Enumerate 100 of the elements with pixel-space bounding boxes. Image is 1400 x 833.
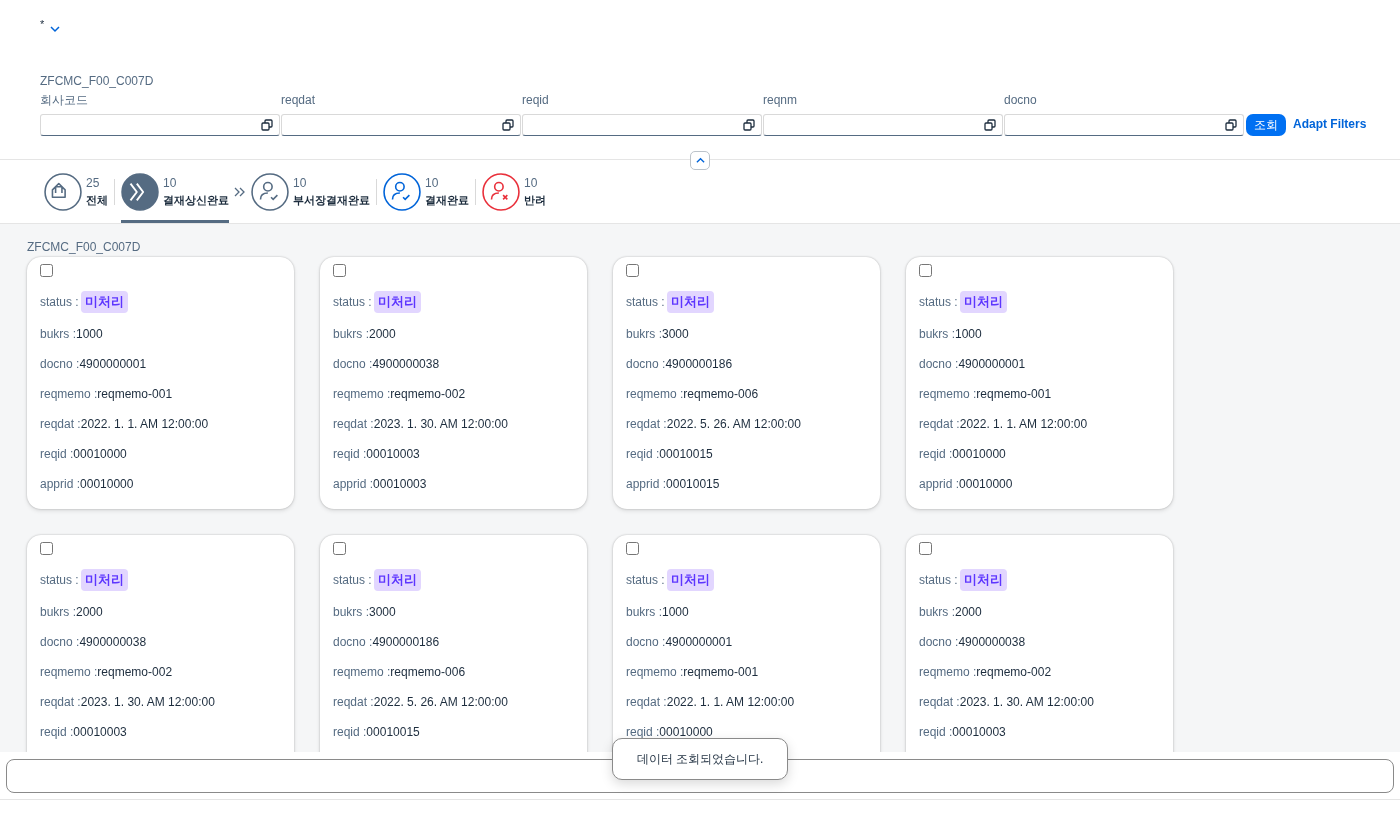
checkbox[interactable] <box>40 542 53 555</box>
field-label: docno : <box>333 633 373 651</box>
field-label: bukrs : <box>333 325 369 343</box>
field-label: docno : <box>626 355 666 373</box>
field-value: reqmemo-001 <box>97 385 173 403</box>
field-value: 4900000001 <box>958 355 1026 373</box>
tab-label: 전체 <box>86 193 108 209</box>
status-tag: 미처리 <box>373 569 421 591</box>
collapse-button[interactable] <box>690 151 710 170</box>
value-help-icon[interactable] <box>1225 119 1237 131</box>
field-label: apprid : <box>626 475 667 493</box>
field-value: 00010003 <box>73 723 127 741</box>
filter-input[interactable] <box>763 114 1003 136</box>
field-label: reqid : <box>40 723 74 741</box>
field-label: reqmemo : <box>919 663 977 681</box>
value-help-icon[interactable] <box>502 119 514 131</box>
field-label: status : <box>333 571 372 589</box>
field-label: reqdat : <box>626 693 667 711</box>
field-value: 2000 <box>76 603 103 621</box>
checkbox[interactable] <box>333 264 346 277</box>
field-label: docno : <box>40 633 80 651</box>
field-label: docno : <box>919 355 959 373</box>
value-help-icon[interactable] <box>743 119 755 131</box>
tab-label: 결재완료 <box>425 193 469 209</box>
filter-label: reqdat <box>281 92 317 109</box>
field-value: 00010003 <box>373 475 427 493</box>
tab-count: 10 <box>425 175 440 193</box>
tab-label: 결재상신완료 <box>163 193 229 209</box>
field-value: 00010000 <box>73 445 127 463</box>
chevron-down-icon[interactable] <box>50 24 61 34</box>
filter-input[interactable] <box>40 114 280 136</box>
value-help-icon[interactable] <box>261 119 273 131</box>
status-tab[interactable]: 10 결재완료 <box>383 160 469 223</box>
status-tab[interactable]: 10 반려 <box>482 160 546 223</box>
status-tag: 미처리 <box>80 291 128 313</box>
filter-input[interactable] <box>281 114 521 136</box>
filter-label: 회사코드 <box>40 92 89 109</box>
variant-name[interactable]: * <box>40 16 45 33</box>
field-label: reqdat : <box>333 693 374 711</box>
checkbox[interactable] <box>626 542 639 555</box>
field-value: 3000 <box>662 325 689 343</box>
status-tag: 미처리 <box>80 569 128 591</box>
field-label: status : <box>626 293 665 311</box>
field-label: apprid : <box>333 475 374 493</box>
filter-label: reqnm <box>763 92 798 109</box>
filter-bar-title: ZFCMC_F00_C007D <box>40 73 155 90</box>
field-value: 3000 <box>369 603 396 621</box>
status-tab[interactable]: 10 부서장결재완료 <box>251 160 370 223</box>
field-label: reqid : <box>40 445 74 463</box>
filter-label: docno <box>1004 92 1038 109</box>
field-value: 2000 <box>955 603 982 621</box>
field-label: reqmemo : <box>40 663 98 681</box>
field-label: bukrs : <box>919 603 955 621</box>
chevron-up-icon <box>695 156 705 165</box>
field-value: reqmemo-006 <box>390 663 466 681</box>
tab-count: 10 <box>524 175 539 193</box>
field-label: apprid : <box>40 475 81 493</box>
adapt-filters-link[interactable]: Adapt Filters <box>1293 115 1367 133</box>
field-label: reqmemo : <box>626 663 684 681</box>
checkbox[interactable] <box>40 264 53 277</box>
field-label: reqmemo : <box>333 385 391 403</box>
field-label: reqid : <box>919 723 953 741</box>
tab-count: 10 <box>293 175 308 193</box>
field-label: bukrs : <box>626 603 662 621</box>
checkbox[interactable] <box>333 542 346 555</box>
field-label: reqdat : <box>333 415 374 433</box>
checkbox[interactable] <box>626 264 639 277</box>
field-value: reqmemo-001 <box>976 385 1052 403</box>
field-value: 2000 <box>369 325 396 343</box>
filter-input[interactable] <box>522 114 762 136</box>
status-tab[interactable]: 25 전체 <box>44 160 108 223</box>
field-label: reqdat : <box>919 693 960 711</box>
field-value: 4900000001 <box>79 355 147 373</box>
value-help-icon[interactable] <box>984 119 996 131</box>
checkbox[interactable] <box>919 264 932 277</box>
checkbox[interactable] <box>919 542 932 555</box>
field-label: docno : <box>919 633 959 651</box>
field-value: 4900000186 <box>372 633 440 651</box>
tab-count: 10 <box>163 175 178 193</box>
field-value: 4900000038 <box>958 633 1026 651</box>
field-value: 1000 <box>955 325 982 343</box>
field-label: reqmemo : <box>40 385 98 403</box>
go-button[interactable]: 조회 <box>1246 114 1286 136</box>
field-value: 4900000186 <box>665 355 733 373</box>
filter-input[interactable] <box>1004 114 1244 136</box>
field-label: reqid : <box>626 445 660 463</box>
field-label: reqid : <box>919 445 953 463</box>
field-value: 00010015 <box>666 475 720 493</box>
field-label: reqdat : <box>919 415 960 433</box>
field-label: bukrs : <box>333 603 369 621</box>
filter-label: reqid <box>522 92 550 109</box>
field-label: status : <box>333 293 372 311</box>
field-label: status : <box>626 571 665 589</box>
field-value: reqmemo-001 <box>683 663 759 681</box>
field-value: reqmemo-002 <box>976 663 1052 681</box>
field-label: reqmemo : <box>626 385 684 403</box>
field-value: 00010000 <box>959 475 1013 493</box>
field-value: 00010003 <box>952 723 1006 741</box>
field-label: reqid : <box>333 723 367 741</box>
field-label: docno : <box>40 355 80 373</box>
